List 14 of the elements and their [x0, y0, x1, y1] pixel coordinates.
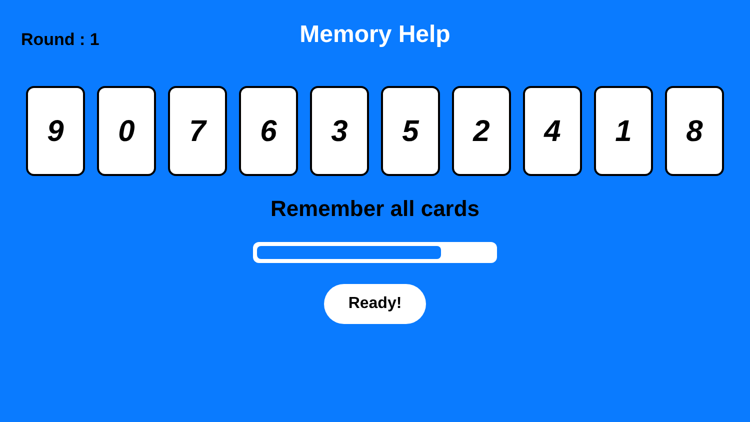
number-card: 9 [26, 86, 85, 176]
number-card: 6 [239, 86, 298, 176]
number-card: 5 [381, 86, 440, 176]
number-card: 7 [168, 86, 227, 176]
number-card: 4 [523, 86, 582, 176]
ready-button[interactable]: Ready! [324, 284, 426, 324]
number-card: 3 [310, 86, 369, 176]
instruction-text: Remember all cards [270, 198, 480, 220]
number-card: 1 [594, 86, 653, 176]
app-title: Memory Help [300, 23, 450, 47]
round-label: Round : 1 [21, 31, 100, 48]
number-card: 2 [452, 86, 511, 176]
number-card: 0 [97, 86, 156, 176]
number-card: 8 [665, 86, 724, 176]
